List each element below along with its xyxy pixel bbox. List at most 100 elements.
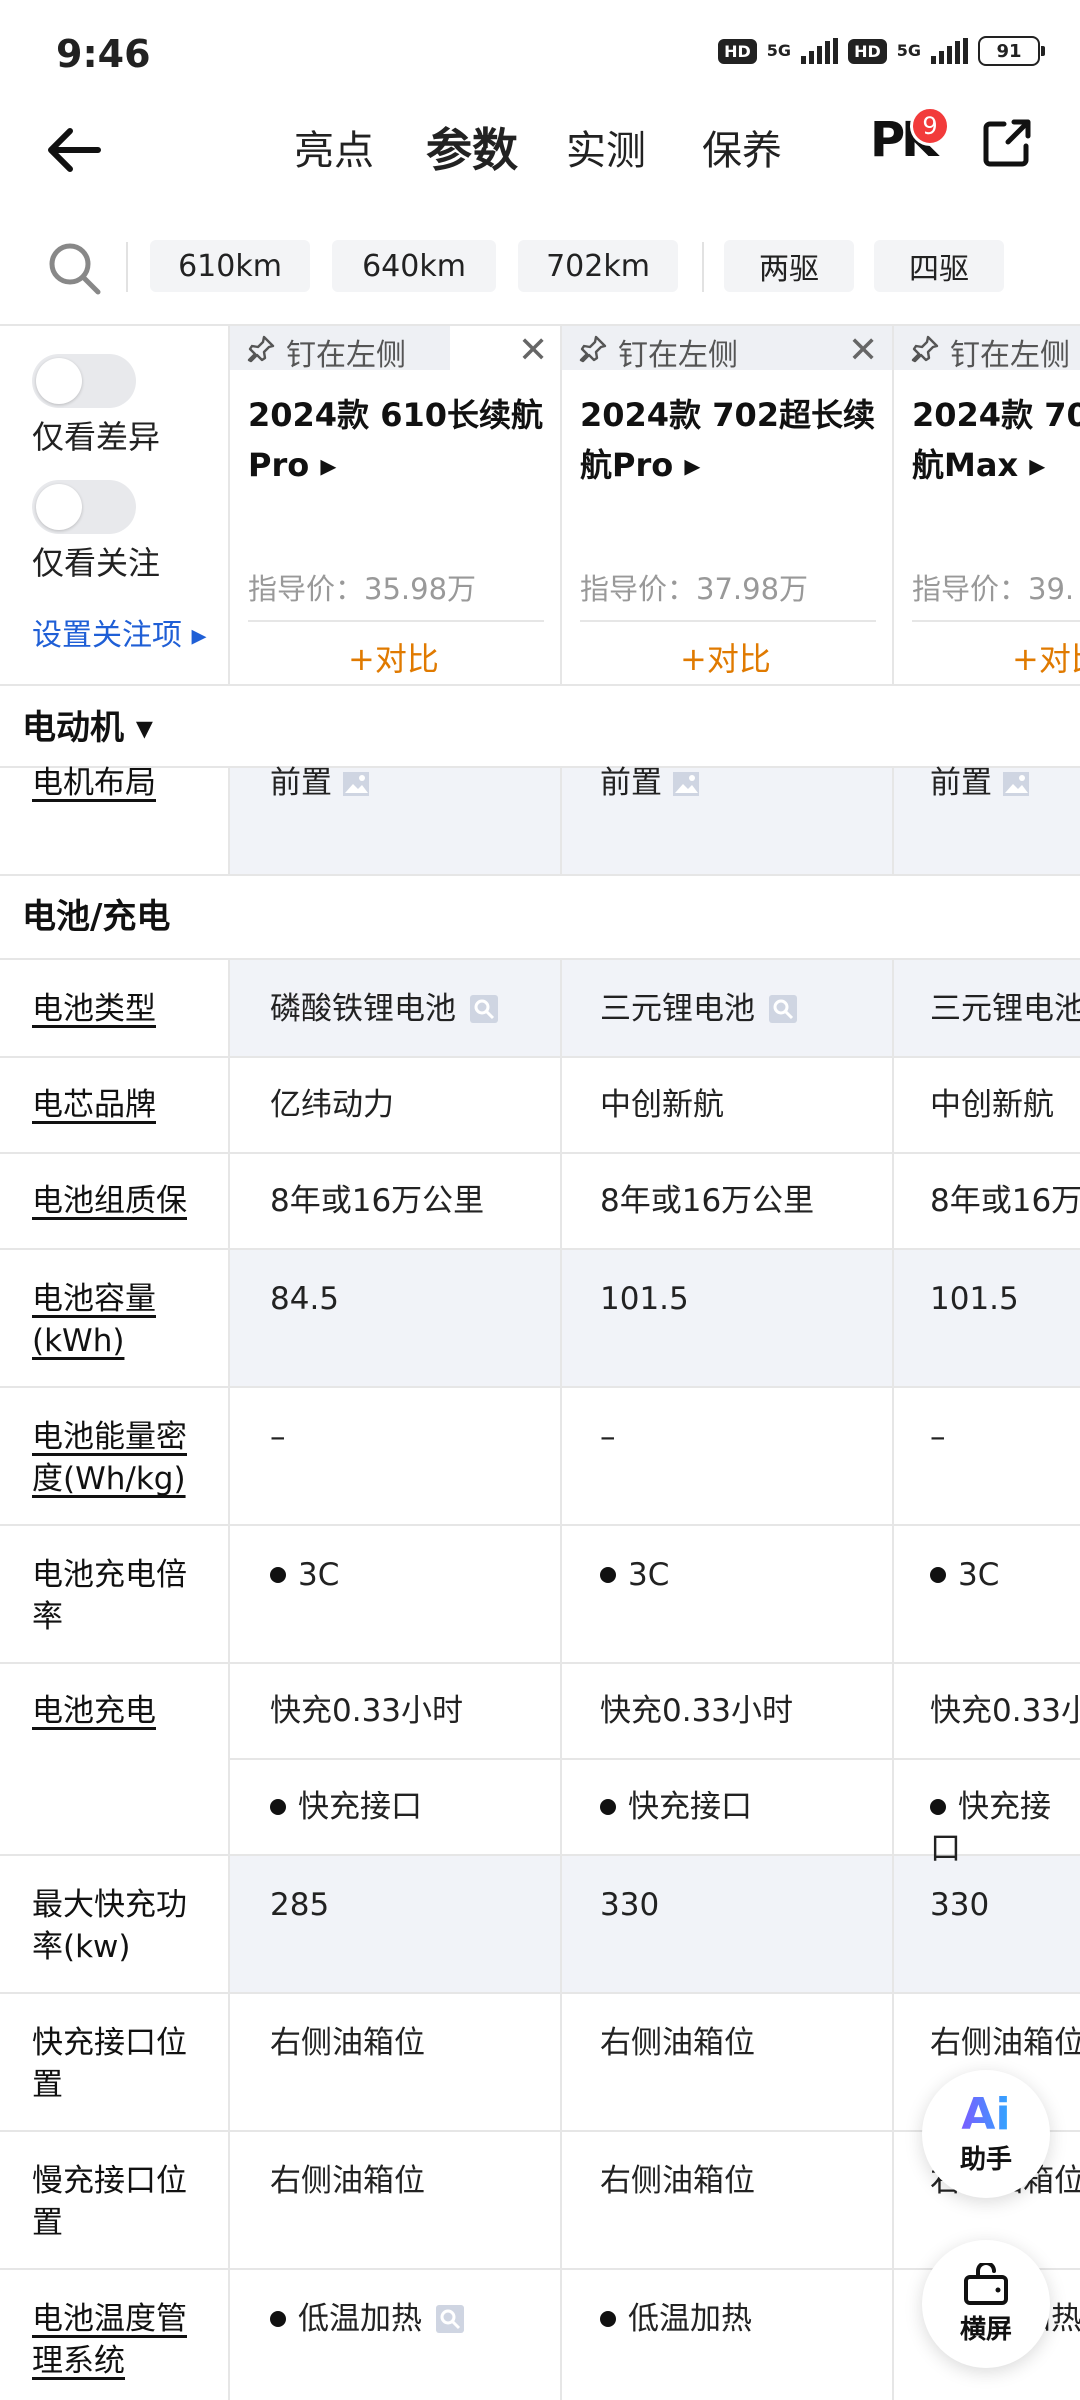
chip-4wd[interactable]: 四驱 bbox=[874, 240, 1004, 292]
label-line: 置 bbox=[32, 2205, 63, 2241]
divider bbox=[0, 1992, 1080, 1994]
cell: 中创新航 bbox=[600, 1087, 724, 1123]
cell: 3C bbox=[600, 1554, 669, 1596]
toggle-diff-label: 仅看差异 bbox=[32, 418, 161, 456]
tab-maintenance[interactable]: 保养 bbox=[702, 118, 782, 176]
cell: 磷酸铁锂电池 bbox=[270, 988, 498, 1030]
add-compare-button[interactable]: +对比 bbox=[1012, 634, 1080, 680]
magnify-icon[interactable] bbox=[769, 995, 797, 1023]
image-icon[interactable] bbox=[1002, 771, 1030, 797]
divider bbox=[0, 2268, 1080, 2270]
chip-610km[interactable]: 610km bbox=[150, 240, 310, 292]
divider bbox=[0, 1662, 1080, 1664]
cell: 右侧油箱位 bbox=[270, 2025, 425, 2061]
cell: 快充接口 bbox=[600, 1786, 752, 1828]
cell: 8年或16万公里 bbox=[600, 1183, 815, 1219]
section-motor[interactable]: 电动机 ▾ bbox=[0, 700, 1080, 766]
label-line: 度(Wh/kg) bbox=[32, 1461, 186, 1497]
add-compare-button[interactable]: +对比 bbox=[680, 634, 771, 680]
cell-value: 低温加热 bbox=[298, 2301, 422, 2337]
tab-params[interactable]: 参数 bbox=[426, 114, 518, 180]
section-battery[interactable]: 电池/充电 bbox=[0, 876, 1080, 958]
row-label-thermal-management[interactable]: 电池温度管 理系统 bbox=[32, 2298, 222, 2382]
label-line: 最大快充功 bbox=[32, 1887, 187, 1923]
divider bbox=[560, 766, 562, 876]
row-label-charge-rate: 电池充电倍率 bbox=[32, 1554, 222, 1638]
pin-icon[interactable] bbox=[246, 334, 276, 364]
divider bbox=[230, 1758, 1080, 1760]
cell: 84.5 bbox=[270, 1281, 340, 1317]
cell: 快充0.33小时 bbox=[600, 1693, 794, 1729]
search-icon[interactable] bbox=[44, 238, 104, 298]
cell: 快充接口 bbox=[270, 1786, 422, 1828]
car-name-line2[interactable]: Pro ▸ bbox=[248, 440, 336, 490]
tab-tests[interactable]: 实测 bbox=[566, 118, 646, 176]
cell: 101.5 bbox=[930, 1281, 1019, 1317]
toggle-diff-only[interactable] bbox=[32, 354, 136, 408]
row-label-battery-charging[interactable]: 电池充电 bbox=[32, 1690, 222, 1732]
status-icons: HD 5G HD 5G 91 bbox=[718, 36, 1045, 66]
chip-640km[interactable]: 640km bbox=[332, 240, 496, 292]
chip-2wd[interactable]: 两驱 bbox=[724, 240, 854, 292]
divider bbox=[892, 958, 894, 2400]
share-edit-icon[interactable] bbox=[978, 116, 1034, 172]
image-icon[interactable] bbox=[672, 771, 700, 797]
row-label-battery-capacity[interactable]: 电池容量 (kWh) bbox=[32, 1278, 222, 1362]
cell-value: 3C bbox=[298, 1557, 340, 1593]
ai-assistant-label: 助手 bbox=[959, 2144, 1012, 2175]
car-name-line2[interactable]: 航Pro ▸ bbox=[580, 440, 700, 490]
car-name[interactable]: 2024款 702超长续 bbox=[580, 390, 875, 440]
pin-left-label[interactable]: 钉在左侧 bbox=[286, 330, 406, 374]
status-bar: 9:46 HD 5G HD 5G 91 bbox=[0, 0, 1080, 110]
close-icon[interactable]: ✕ bbox=[848, 330, 878, 371]
cell: 前置 bbox=[270, 762, 370, 804]
network-5g-label-2: 5G bbox=[896, 41, 921, 60]
toggle-follow-label: 仅看关注 bbox=[32, 544, 161, 582]
signal-icon-2 bbox=[931, 38, 968, 64]
ai-icon: Ai bbox=[961, 2088, 1011, 2140]
cell-value: 低温加热 bbox=[628, 2301, 752, 2337]
car-name[interactable]: 2024款 610长续航 bbox=[248, 390, 543, 440]
row-label-cell-brand[interactable]: 电芯品牌 bbox=[32, 1084, 222, 1126]
magnify-icon[interactable] bbox=[436, 2305, 464, 2333]
cell: 8年或16万公里 bbox=[270, 1183, 485, 1219]
toggle-follow-only[interactable] bbox=[32, 480, 136, 534]
cell: 低温加热 bbox=[270, 2298, 464, 2340]
hd-icon: HD bbox=[718, 38, 757, 64]
row-label-battery-warranty[interactable]: 电池组质保 bbox=[32, 1180, 232, 1222]
divider bbox=[0, 684, 1080, 686]
divider bbox=[0, 1152, 1080, 1154]
cell: 285 bbox=[270, 1887, 330, 1923]
magnify-icon[interactable] bbox=[470, 995, 498, 1023]
landscape-button[interactable]: 横屏 bbox=[922, 2240, 1050, 2368]
chip-702km[interactable]: 702km bbox=[518, 240, 678, 292]
cell: 低温加热 bbox=[600, 2298, 752, 2340]
row-label-slow-port-position: 慢充接口位置 bbox=[32, 2160, 222, 2244]
add-compare-button[interactable]: +对比 bbox=[348, 634, 439, 680]
label-line: 率(kw) bbox=[32, 1929, 131, 1965]
close-icon[interactable]: ✕ bbox=[518, 330, 548, 371]
ai-assistant-button[interactable]: Ai 助手 bbox=[922, 2070, 1050, 2198]
row-label-motor-layout[interactable]: 电机布局 bbox=[32, 762, 222, 804]
pin-icon[interactable] bbox=[910, 334, 940, 364]
row-label-battery-type[interactable]: 电池类型 bbox=[32, 988, 222, 1030]
pin-left-label[interactable]: 钉在左侧 bbox=[950, 330, 1080, 374]
label-line: (kWh) bbox=[32, 1323, 125, 1359]
car-name[interactable]: 2024款 702 bbox=[912, 390, 1080, 440]
image-icon[interactable] bbox=[342, 771, 370, 797]
pin-icon[interactable] bbox=[578, 334, 608, 364]
divider bbox=[560, 324, 562, 684]
pin-left-label[interactable]: 钉在左侧 bbox=[618, 330, 738, 374]
cell-value: 3C bbox=[958, 1557, 1000, 1593]
divider bbox=[892, 324, 894, 684]
tab-highlights[interactable]: 亮点 bbox=[294, 118, 374, 176]
row-label-energy-density[interactable]: 电池能量密 度(Wh/kg) bbox=[32, 1416, 222, 1500]
label-line: 电池充电倍 bbox=[32, 1557, 187, 1593]
rotate-screen-icon bbox=[964, 2262, 1008, 2305]
cell: 右侧油箱位 bbox=[930, 2025, 1080, 2061]
label-line: 慢充接口位 bbox=[32, 2163, 187, 2199]
car-name-line2[interactable]: 航Max ▸ bbox=[912, 440, 1045, 490]
back-arrow-icon[interactable] bbox=[40, 115, 110, 185]
cell: 中创新航 bbox=[930, 1087, 1054, 1123]
set-follow-link[interactable]: 设置关注项 ▸ bbox=[32, 610, 207, 654]
